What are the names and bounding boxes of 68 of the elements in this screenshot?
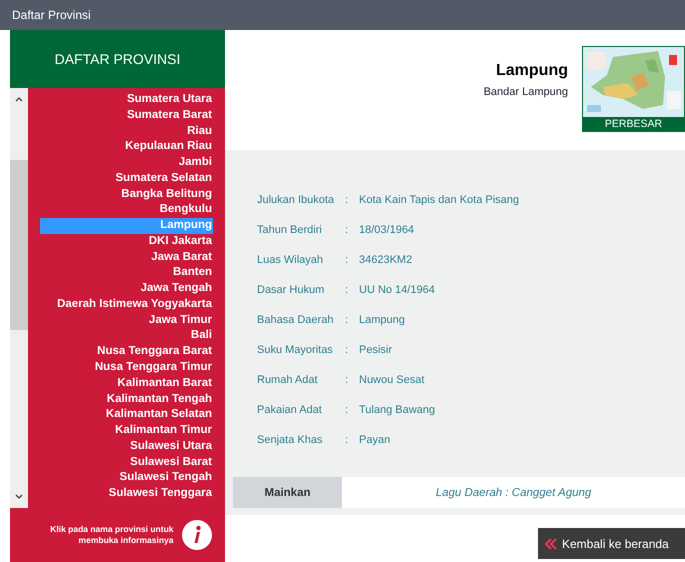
province-item[interactable]: Jawa Timur xyxy=(40,312,213,328)
detail-label: Rumah Adat xyxy=(257,373,319,388)
detail-value: 34623KM2 xyxy=(359,253,414,268)
province-item[interactable]: Sumatera Barat xyxy=(40,108,213,124)
detail-label: Pakaian Adat xyxy=(257,403,323,418)
detail-separator: : xyxy=(345,253,350,268)
detail-separator: : xyxy=(345,283,350,298)
province-item[interactable]: Nusa Tenggara Barat xyxy=(40,344,213,360)
detail-value: 18/03/1964 xyxy=(359,223,416,238)
province-item[interactable]: Sumatera Selatan xyxy=(40,170,213,187)
scrollbar[interactable] xyxy=(10,88,28,508)
province-item[interactable]: Banten xyxy=(40,265,213,282)
detail-value: Payan xyxy=(359,433,392,448)
province-item[interactable]: Lampung xyxy=(40,218,213,234)
detail-value: Pesisir xyxy=(359,343,394,358)
province-item[interactable]: Kepulauan Riau xyxy=(40,139,213,156)
back-button[interactable]: Kembali ke beranda xyxy=(538,528,685,559)
detail-value: Kota Kain Tapis dan Kota Pisang xyxy=(359,193,520,208)
detail-separator: : xyxy=(345,313,350,328)
detail-separator: : xyxy=(345,433,350,448)
province-item[interactable]: Sulawesi Barat xyxy=(40,454,213,470)
province-item[interactable]: Jambi xyxy=(40,155,213,171)
detail-separator: : xyxy=(345,193,350,208)
detail-separator: : xyxy=(345,223,350,238)
detail-value: UU No 14/1964 xyxy=(359,283,436,298)
enlarge-button[interactable]: PERBESAR xyxy=(583,117,684,131)
province-item[interactable]: Sulawesi Utara xyxy=(40,438,213,455)
scroll-up-icon[interactable] xyxy=(15,96,23,102)
province-item[interactable]: Sulawesi Tengah xyxy=(40,470,213,486)
detail-separator: : xyxy=(345,403,350,418)
detail-label: Senjata Khas xyxy=(257,433,324,448)
detail-separator: : xyxy=(345,343,350,358)
province-item[interactable]: Kalimantan Barat xyxy=(40,376,213,392)
province-item[interactable]: Kalimantan Tengah xyxy=(40,392,213,408)
province-item[interactable]: Riau xyxy=(40,124,213,140)
double-chevron-icon xyxy=(544,536,558,550)
province-item[interactable]: Bangka Belitung xyxy=(40,186,213,202)
capital-name: Bandar Lampung xyxy=(484,86,568,98)
detail-separator: : xyxy=(345,373,350,388)
detail-value: Nuwou Sesat xyxy=(359,373,426,388)
province-item[interactable]: Daerah Istimewa Yogyakarta xyxy=(40,296,213,313)
detail-label: Tahun Berdiri xyxy=(257,223,323,238)
province-item[interactable]: Sulawesi Tenggara xyxy=(40,486,213,502)
play-button[interactable]: Mainkan xyxy=(233,477,342,508)
scroll-thumb[interactable] xyxy=(10,160,28,330)
detail-label: Suku Mayoritas xyxy=(257,343,334,358)
province-item[interactable]: Bali xyxy=(40,328,213,344)
province-item[interactable]: Jawa Tengah xyxy=(40,281,213,297)
province-item[interactable]: Bengkulu xyxy=(40,202,213,218)
province-item[interactable]: Kalimantan Timur xyxy=(40,423,213,439)
scroll-down-icon[interactable] xyxy=(15,494,23,500)
detail-label: Dasar Hukum xyxy=(257,283,326,298)
province-item[interactable]: DKI Jakarta xyxy=(40,234,213,250)
detail-label: Julukan Ibukota xyxy=(257,193,336,208)
detail-value: Tulang Bawang xyxy=(359,403,436,418)
window-title: Daftar Provinsi xyxy=(12,8,91,22)
song-title: Lagu Daerah : Cangget Agung xyxy=(342,477,685,508)
province-item[interactable]: Kalimantan Selatan xyxy=(40,407,213,424)
detail-value: Lampung xyxy=(359,313,406,328)
sidebar-header: DAFTAR PROVINSI xyxy=(10,30,225,88)
province-item[interactable]: Jawa Barat xyxy=(40,250,213,266)
province-item[interactable]: Nusa Tenggara Timur xyxy=(40,360,213,376)
detail-label: Luas Wilayah xyxy=(257,253,324,268)
hint-text: Klik pada nama provinsi untuk membuka informasinya xyxy=(49,524,174,546)
info-icon xyxy=(182,520,212,550)
province-name: Lampung xyxy=(496,62,568,80)
detail-label: Bahasa Daerah xyxy=(257,313,334,328)
province-item[interactable]: Sumatera Utara xyxy=(40,92,213,108)
